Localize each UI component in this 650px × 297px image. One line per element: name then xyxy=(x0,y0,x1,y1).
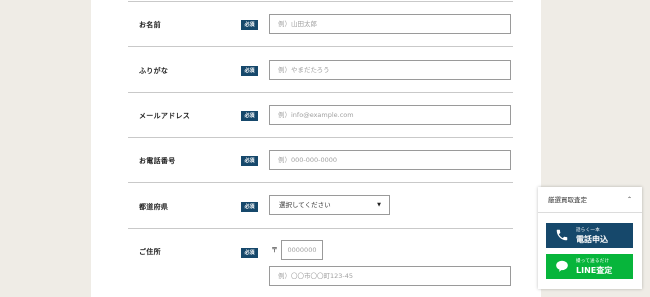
phone-icon xyxy=(556,229,568,241)
line-chat-icon xyxy=(556,260,568,272)
field-label-furigana: ふりがな xyxy=(139,67,169,75)
row-divider xyxy=(128,1,513,2)
field-label-address: ご住所 xyxy=(139,248,161,256)
furigana-input[interactable] xyxy=(269,60,511,80)
required-badge: 必須 xyxy=(241,111,258,121)
prefecture-select[interactable]: 選択してください ▼ xyxy=(269,195,390,215)
line-button-label: LINE査定 xyxy=(576,266,613,275)
chevron-up-icon[interactable]: ⌃ xyxy=(627,187,632,213)
row-divider xyxy=(128,92,513,93)
required-badge: 必須 xyxy=(241,248,258,258)
field-label-name: お名前 xyxy=(139,21,161,29)
phone-apply-button[interactable]: 話らく一本 電話申込 xyxy=(546,223,633,248)
form-card: お名前 必須 ふりがな 必須 メールアドレス 必須 お電話番号 必須 都道府県 … xyxy=(91,0,541,297)
address-input[interactable] xyxy=(269,266,511,286)
phone-input[interactable] xyxy=(269,150,511,170)
required-badge: 必須 xyxy=(241,202,258,212)
email-input[interactable] xyxy=(269,105,511,125)
phone-button-subtext: 話らく一本 xyxy=(576,228,600,233)
caret-down-icon: ▼ xyxy=(377,202,381,208)
widget-header[interactable]: 厳選買取査定 ⌃ xyxy=(538,187,642,213)
line-button-subtext: 撮って送るだけ xyxy=(576,259,610,264)
name-input[interactable] xyxy=(269,14,511,34)
required-badge: 必須 xyxy=(241,20,258,30)
field-label-phone: お電話番号 xyxy=(139,157,176,165)
field-label-email: メールアドレス xyxy=(139,112,191,120)
widget-title: 厳選買取査定 xyxy=(548,196,587,204)
phone-button-label: 電話申込 xyxy=(576,235,608,244)
row-divider xyxy=(128,228,513,229)
row-divider xyxy=(128,46,513,47)
row-divider xyxy=(128,137,513,138)
row-divider xyxy=(128,182,513,183)
required-badge: 必須 xyxy=(241,66,258,76)
field-label-prefecture: 都道府県 xyxy=(139,203,169,211)
required-badge: 必須 xyxy=(241,156,258,166)
postal-code-input[interactable] xyxy=(281,240,323,260)
prefecture-select-value: 選択してください xyxy=(279,201,331,209)
line-appraisal-button[interactable]: 撮って送るだけ LINE査定 xyxy=(546,254,633,279)
appraisal-widget: 厳選買取査定 ⌃ 話らく一本 電話申込 撮って送るだけ LINE査定 xyxy=(538,187,642,289)
postal-mark: 〒 xyxy=(271,246,278,254)
